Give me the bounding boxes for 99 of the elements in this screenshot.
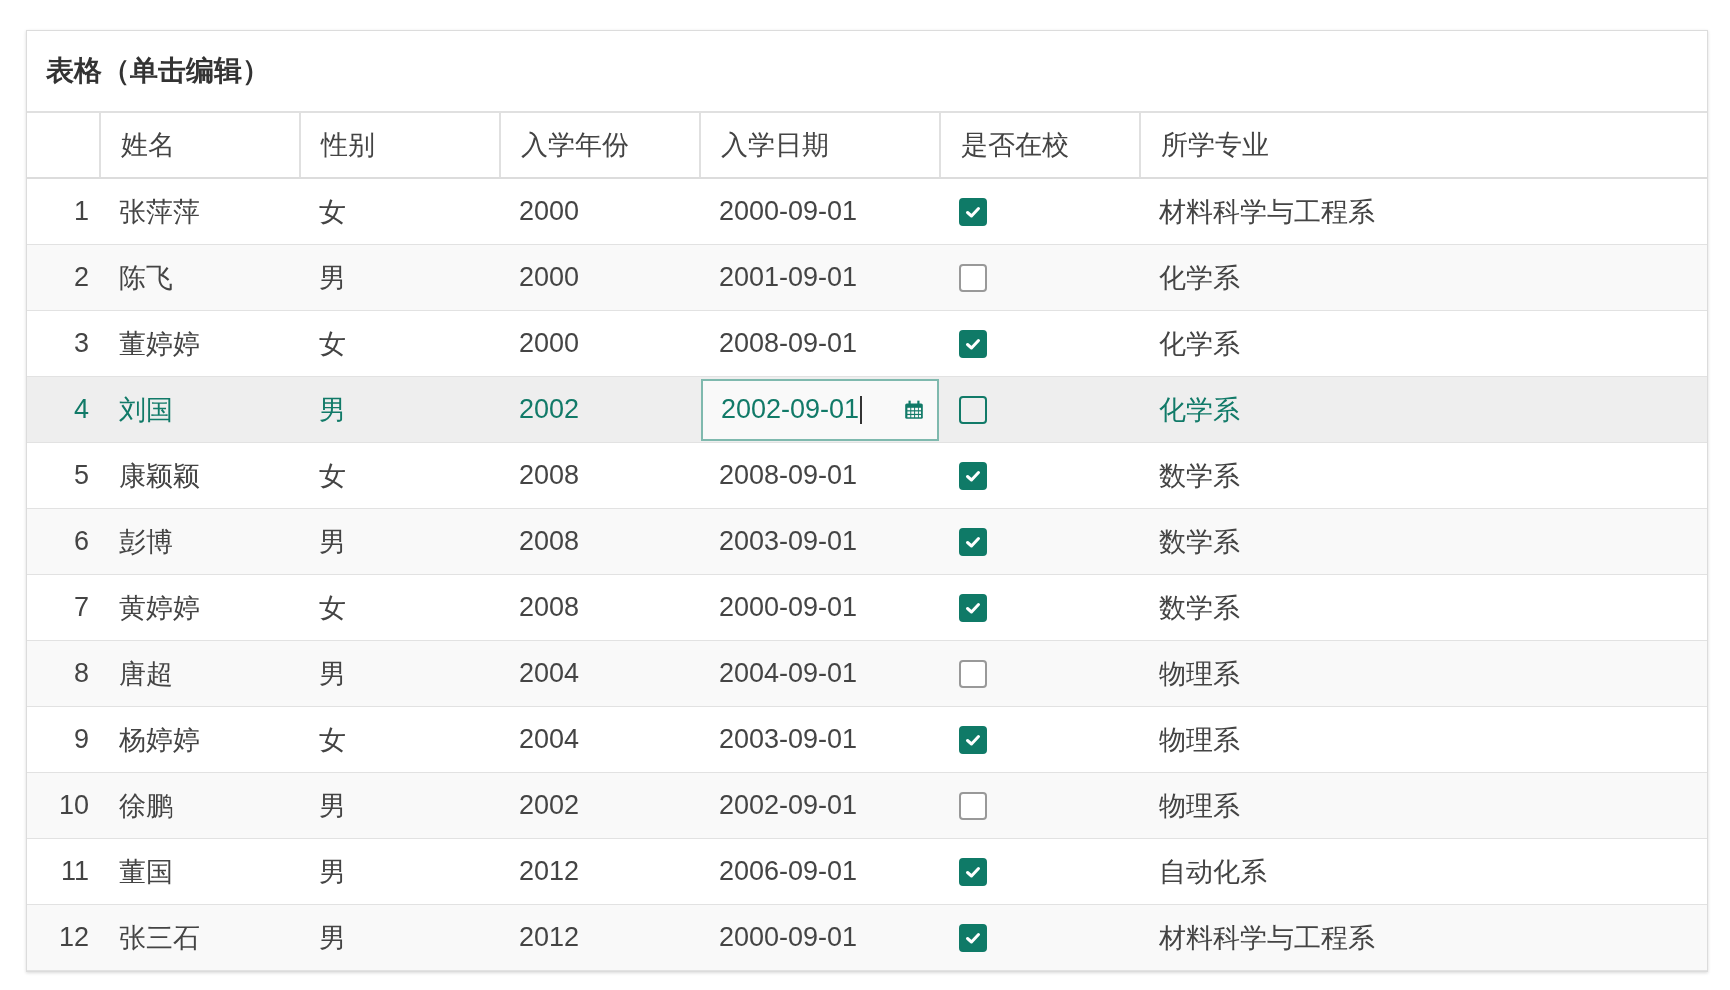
table-cell-text: 2000 [518, 261, 581, 294]
column-header[interactable]: 入学年份 [499, 113, 699, 177]
table-cell-text: 化学系 [1158, 393, 1241, 427]
row-number: 5 [72, 459, 90, 492]
table-cell-text: 数学系 [1158, 525, 1241, 559]
checkbox[interactable] [959, 263, 987, 292]
table-cell-text: 2000-09-01 [718, 195, 859, 228]
row-number: 12 [57, 921, 90, 954]
table-cell-text: 男 [318, 261, 347, 295]
table-cell-text: 2002-09-01 [718, 789, 859, 822]
checkbox[interactable] [959, 857, 987, 886]
table-cell-text: 材料科学与工程系 [1158, 921, 1376, 955]
table-cell-text: 徐鹏 [118, 789, 174, 823]
table-cell-text: 男 [318, 789, 347, 823]
table-cell-text: 张三石 [118, 921, 201, 955]
table-cell-text: 物理系 [1158, 723, 1241, 757]
table-cell-text: 2008-09-01 [718, 327, 859, 360]
table-cell-text: 黄婷婷 [118, 591, 201, 625]
row-number: 9 [72, 723, 90, 756]
date-field[interactable]: 2002-09-01 [701, 378, 939, 441]
row-number: 7 [72, 591, 90, 624]
table-cell-text: 男 [318, 657, 347, 691]
row-number: 6 [72, 525, 90, 558]
checkbox[interactable] [959, 527, 987, 556]
text-cursor [860, 395, 863, 424]
table-cell-text: 2002 [518, 789, 581, 822]
table-cell-text: 2008 [518, 459, 581, 492]
checkbox[interactable] [959, 197, 987, 226]
table-cell-text: 男 [318, 921, 347, 955]
table-cell-text: 2000 [518, 195, 581, 228]
table-cell-text: 男 [318, 525, 347, 559]
table-row[interactable]: 2 陈飞 男 2000 2001-09-01 化学系 [27, 245, 1707, 311]
table-cell-text: 2004 [518, 657, 581, 690]
table-cell-text: 2000-09-01 [718, 591, 859, 624]
table-cell-text: 物理系 [1158, 657, 1241, 691]
table-cell-text: 2008 [518, 591, 581, 624]
table-cell-text: 2000-09-01 [718, 921, 859, 954]
table-cell-text: 董婷婷 [118, 327, 201, 361]
table-cell-text: 女 [318, 195, 347, 229]
table-cell-text: 自动化系 [1158, 855, 1268, 889]
table-cell-text: 数学系 [1158, 591, 1241, 625]
column-header[interactable]: 入学日期 [699, 113, 939, 177]
checkbox[interactable] [959, 725, 987, 754]
table-row[interactable]: 10 徐鹏 男 2002 2002-09-01 物理系 [27, 773, 1707, 839]
table-cell-text: 2008-09-01 [718, 459, 859, 492]
row-number: 4 [72, 393, 90, 426]
table-cell-text: 2003-09-01 [718, 525, 859, 558]
table-cell-text: 物理系 [1158, 789, 1241, 823]
table-cell-text: 2000 [518, 327, 581, 360]
column-header[interactable]: 是否在校 [939, 113, 1139, 177]
table-cell-text: 彭博 [118, 525, 174, 559]
checkbox[interactable] [959, 329, 987, 358]
table-cell-text: 张萍萍 [118, 195, 201, 229]
table-cell-text: 男 [318, 393, 347, 427]
table-row[interactable]: 8 唐超 男 2004 2004-09-01 物理系 [27, 641, 1707, 707]
column-header[interactable]: 姓名 [99, 113, 299, 177]
table-cell-text: 女 [318, 591, 347, 625]
table-cell-text: 材料科学与工程系 [1158, 195, 1376, 229]
panel-title: 表格（单击编辑） [27, 31, 1707, 113]
table-cell-text: 2002 [518, 393, 581, 426]
table-row[interactable]: 6 彭博 男 2008 2003-09-01 数学系 [27, 509, 1707, 575]
checkbox[interactable] [959, 593, 987, 622]
checkbox[interactable] [959, 791, 987, 820]
table-cell-text: 杨婷婷 [118, 723, 201, 757]
row-number: 2 [72, 261, 90, 294]
table-cell-text: 2012 [518, 855, 581, 888]
table-cell-text: 女 [318, 459, 347, 493]
row-number: 1 [72, 195, 90, 228]
calendar-icon[interactable] [903, 398, 925, 421]
row-number: 8 [72, 657, 90, 690]
column-header[interactable]: 所学专业 [1139, 113, 1707, 177]
table-cell-text: 2006-09-01 [718, 855, 859, 888]
table-row[interactable]: 12 张三石 男 2012 2000-09-01 材料科学与工程系 [27, 905, 1707, 971]
table-cell-text: 2004-09-01 [718, 657, 859, 690]
table-cell-text: 2008 [518, 525, 581, 558]
row-number: 3 [72, 327, 90, 360]
table-cell-text: 化学系 [1158, 261, 1241, 295]
table-cell-text: 董国 [118, 855, 174, 889]
table-cell-text: 女 [318, 723, 347, 757]
table-cell-text: 数学系 [1158, 459, 1241, 493]
column-header[interactable]: 性别 [299, 113, 499, 177]
table-cell-text: 男 [318, 855, 347, 889]
table-cell-text: 2003-09-01 [718, 723, 859, 756]
table-cell-text: 2012 [518, 921, 581, 954]
table-cell-text: 女 [318, 327, 347, 361]
checkbox[interactable] [959, 395, 987, 424]
table-cell-text: 2001-09-01 [718, 261, 859, 294]
row-number: 10 [57, 789, 90, 822]
table-row[interactable]: 4 刘国 男 2002 2002-09-01 化学系 [27, 377, 1707, 443]
row-number: 11 [59, 855, 90, 888]
checkbox[interactable] [959, 923, 987, 952]
checkbox[interactable] [959, 659, 987, 688]
table-cell-text: 唐超 [118, 657, 174, 691]
table-cell-text: 刘国 [118, 393, 174, 427]
table-cell-text: 2004 [518, 723, 581, 756]
checkbox[interactable] [959, 461, 987, 490]
table-cell-text: 陈飞 [118, 261, 174, 295]
table-cell-text: 化学系 [1158, 327, 1241, 361]
table-cell-text: 康颖颖 [118, 459, 201, 493]
